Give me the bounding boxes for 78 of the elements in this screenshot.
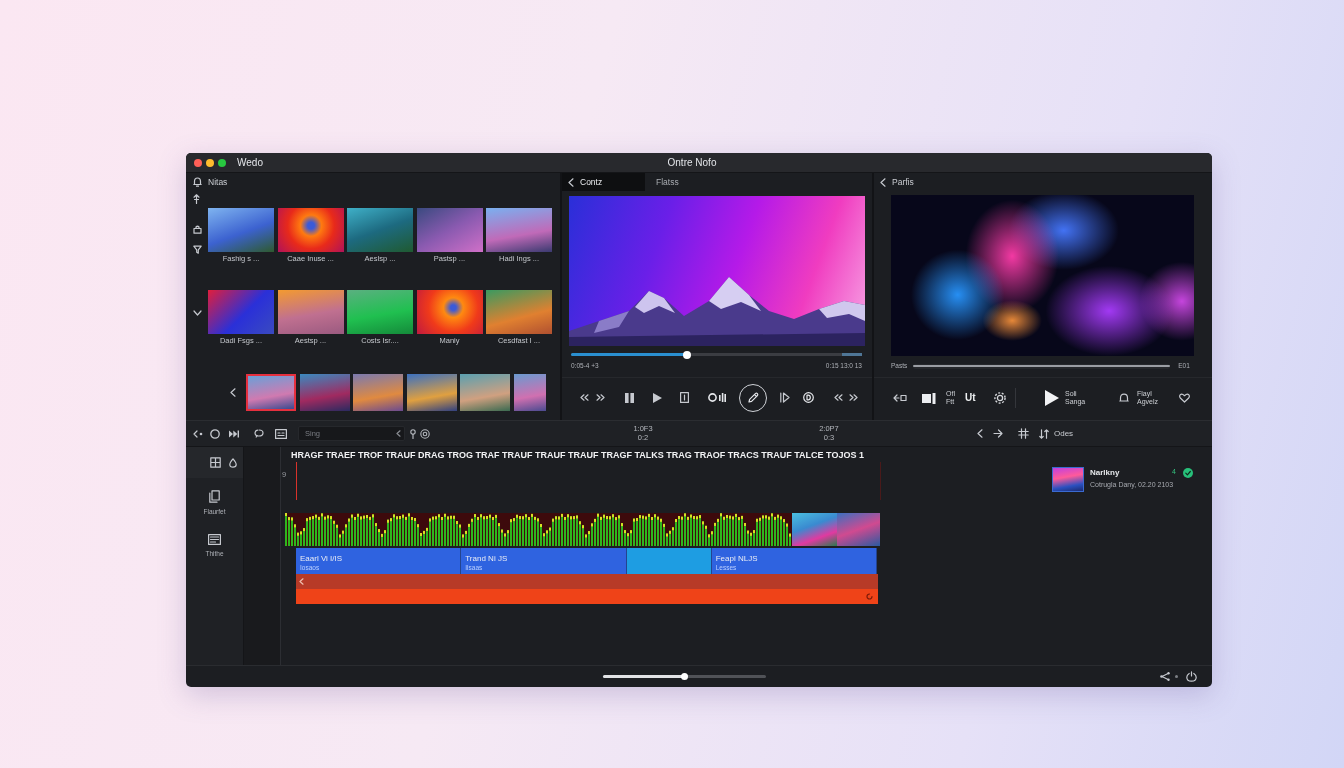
bell-icon	[193, 177, 202, 187]
fast-forward-icon[interactable]	[596, 394, 605, 401]
chevron-left-icon	[299, 578, 304, 585]
chevron-left-icon	[880, 177, 886, 187]
power-icon[interactable]	[1185, 671, 1197, 682]
pin-icon[interactable]	[410, 428, 416, 439]
photo-placeholder	[1052, 467, 1084, 492]
photo-placeholder[interactable]	[460, 374, 511, 411]
pen-icon	[747, 391, 759, 404]
minimize-button[interactable]	[206, 158, 214, 167]
audio-track[interactable]	[296, 589, 878, 604]
back-button[interactable]: Parfis	[880, 177, 914, 187]
zoom-button[interactable]	[218, 158, 226, 167]
comment-icon[interactable]	[254, 429, 264, 438]
volume-bars-icon[interactable]	[708, 392, 726, 403]
chevron-left-icon[interactable]	[396, 430, 401, 437]
record-icon[interactable]	[210, 428, 220, 439]
window-title: Ontre Nofo	[667, 156, 718, 170]
arrow-right-icon[interactable]	[993, 429, 1003, 438]
tab[interactable]: Flatss	[656, 173, 679, 191]
bag-icon[interactable]	[193, 224, 202, 234]
pause-icon[interactable]	[625, 392, 634, 403]
text-button[interactable]: Ut	[965, 393, 980, 403]
photo-placeholder[interactable]	[513, 374, 546, 411]
photo-placeholder[interactable]	[406, 374, 457, 411]
chevron-left-icon[interactable]	[977, 429, 983, 438]
fast-forward-icon[interactable]	[849, 394, 858, 401]
sort-button[interactable]: Odes	[1039, 428, 1074, 439]
heart-icon[interactable]	[1179, 393, 1190, 403]
slider-thumb[interactable]	[681, 673, 688, 680]
app-name: Wedo	[237, 156, 263, 170]
dot-icon	[1174, 675, 1178, 678]
chevron-down-icon[interactable]	[193, 310, 202, 316]
documents-icon	[209, 489, 220, 503]
play-icon[interactable]	[653, 392, 662, 403]
photo-placeholder[interactable]	[486, 208, 552, 252]
rewind-icon[interactable]	[834, 394, 843, 401]
photo-placeholder	[837, 513, 880, 546]
disc-icon[interactable]	[803, 392, 814, 403]
effect-track[interactable]	[296, 574, 878, 589]
photo-placeholder[interactable]	[353, 374, 404, 411]
refresh-icon	[866, 593, 873, 600]
track-header: HRAGF TRAEF TROF TRAUF DRAG TROG TRAF TRAUF TRAUF TRAUF TRAGF TALKS TRAG TRAOF TRACS TRAUF TALCE TOJOS 1	[290, 450, 865, 460]
settings-icon[interactable]	[994, 392, 1006, 404]
frame-icon[interactable]	[680, 392, 689, 403]
grid-icon[interactable]	[209, 457, 221, 468]
close-button[interactable]	[194, 158, 202, 167]
share-icon[interactable]	[1159, 672, 1170, 681]
progress-track[interactable]	[571, 353, 862, 356]
tab[interactable]: Contz	[562, 173, 645, 191]
list-icon	[208, 533, 221, 545]
fast-forward-icon[interactable]	[229, 429, 239, 438]
photo-placeholder[interactable]	[299, 374, 350, 411]
rewind-icon[interactable]	[580, 394, 589, 401]
photo-placeholder	[792, 513, 837, 546]
progress-track[interactable]	[603, 675, 766, 678]
step-forward-icon[interactable]	[780, 392, 790, 403]
media-title: Narlkny	[1090, 466, 1120, 479]
photo-placeholder[interactable]	[347, 208, 413, 252]
panel-title: Nitas	[208, 175, 228, 189]
slider-thumb[interactable]	[683, 350, 692, 359]
drop-icon[interactable]	[229, 457, 237, 468]
panel-icon[interactable]	[922, 392, 936, 404]
check-circle-icon	[1183, 467, 1193, 478]
chevron-left-icon	[568, 177, 574, 187]
sort-icon	[1039, 428, 1049, 439]
arrow-up-icon[interactable]	[193, 194, 200, 204]
play-icon	[1045, 390, 1059, 406]
target-icon[interactable]	[420, 428, 430, 439]
hash-icon[interactable]	[1017, 428, 1029, 439]
bell-icon	[1119, 393, 1129, 403]
filter-icon[interactable]	[193, 244, 202, 254]
chevron-left-icon[interactable]	[230, 388, 236, 397]
back-icon[interactable]	[193, 429, 203, 438]
subtitles-icon[interactable]	[275, 428, 287, 439]
photo-placeholder[interactable]	[208, 208, 274, 252]
arrow-box-icon[interactable]	[893, 394, 907, 402]
buffered-segment	[842, 353, 862, 356]
